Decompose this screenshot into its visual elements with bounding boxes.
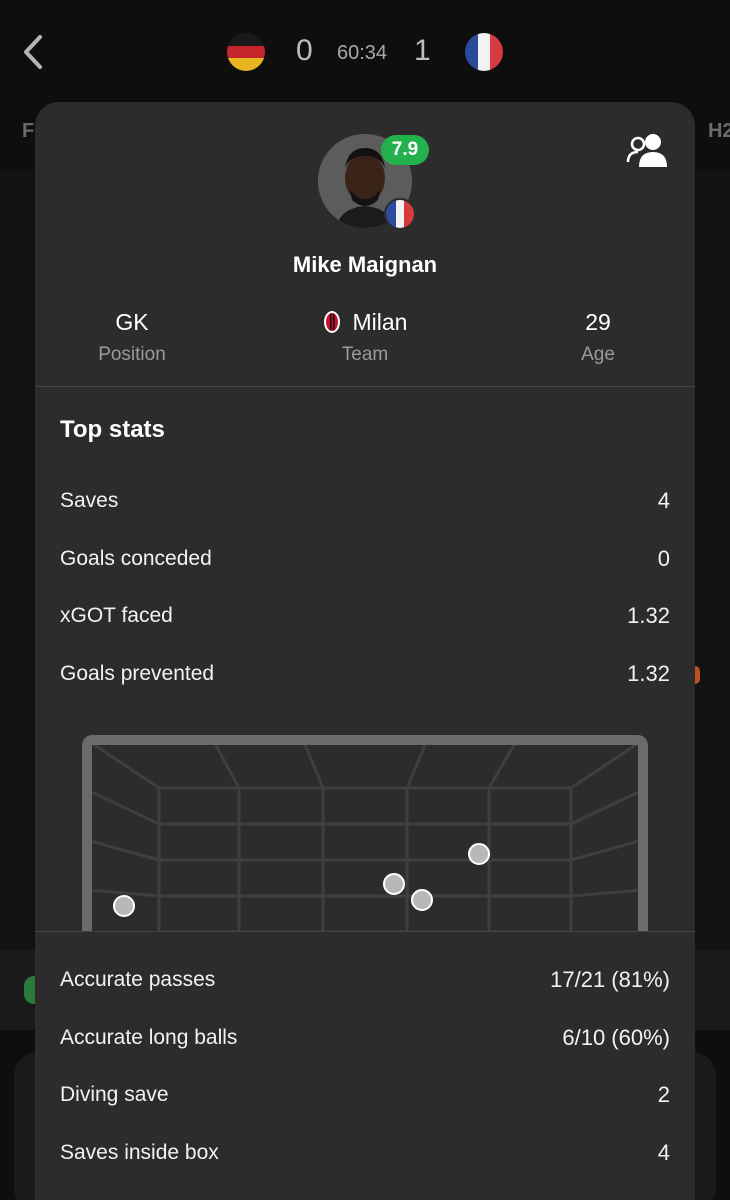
top-stats-title: Top stats [60, 416, 165, 443]
stat-label: Goals conceded [60, 546, 212, 570]
shot-marker [113, 895, 135, 917]
stat-row: Saves 4 [60, 472, 670, 530]
tab-partial-left[interactable]: F [22, 120, 34, 143]
germany-flag-icon [227, 33, 265, 71]
player-name: Mike Maignan [292, 252, 438, 277]
match-clock: 60:34 [337, 42, 388, 64]
top-stats-list: Saves 4 Goals conceded 0 xGOT faced 1.32… [60, 472, 670, 703]
stat-value: 4 [657, 1139, 670, 1165]
away-score: 1 [414, 34, 431, 67]
scoreline: 0 60:34 1 [0, 30, 730, 74]
stat-label: Diving save [60, 1083, 169, 1107]
stat-row: Goals prevented 1.32 [60, 645, 670, 703]
stat-value: 17/21 (81%) [550, 966, 670, 992]
stat-label: Accurate passes [60, 967, 216, 991]
header-divider [35, 386, 695, 387]
stat-value: 6/10 (60%) [562, 1024, 670, 1050]
stat-value: 1.32 [627, 603, 670, 629]
stat-value: 2 [657, 1082, 670, 1108]
position-info: GK Position [35, 308, 232, 366]
player-profile-icon[interactable] [623, 130, 671, 170]
age-label: Age [581, 344, 615, 365]
player-nationality-flag-icon [384, 198, 416, 230]
france-flag-icon [465, 33, 503, 71]
home-score: 0 [296, 34, 313, 67]
shotmap-divider [35, 931, 695, 932]
shot-marker [383, 873, 405, 895]
goal-shot-map [82, 735, 648, 932]
stat-row: Accurate passes 17/21 (81%) [60, 951, 670, 1009]
team-label: Team [341, 344, 389, 365]
stat-value: 1.32 [627, 660, 670, 686]
stat-label: Goals prevented [60, 661, 215, 685]
player-rating-badge: 7.9 [381, 135, 429, 165]
position-value: GK [115, 308, 149, 335]
ac-milan-crest-icon [323, 311, 340, 333]
stat-value: 4 [657, 487, 670, 513]
shot-markers [113, 843, 490, 917]
stat-row: Diving save 2 [60, 1066, 670, 1124]
stat-label: Saves inside box [60, 1140, 219, 1164]
stat-label: Saves [60, 488, 119, 512]
more-stats-list: Accurate passes 17/21 (81%) Accurate lon… [60, 951, 670, 1182]
player-stats-sheet: 7.9 Mike Maignan GK Position Milan Team [35, 102, 695, 1200]
shot-marker [411, 889, 433, 911]
age-value: 29 [585, 308, 611, 335]
stat-value: 0 [657, 545, 670, 571]
tab-partial-h2h[interactable]: H2 [708, 120, 730, 143]
stat-row: xGOT faced 1.32 [60, 587, 670, 645]
position-label: Position [98, 344, 166, 365]
match-header: 0 60:34 1 [0, 0, 730, 100]
stat-label: Accurate long balls [60, 1025, 238, 1049]
team-value: Milan [352, 308, 408, 335]
stat-row: Accurate long balls 6/10 (60%) [60, 1009, 670, 1067]
age-info: 29 Age [498, 308, 695, 366]
stat-row: Goals conceded 0 [60, 530, 670, 588]
stat-label: xGOT faced [60, 604, 173, 628]
stat-row: Saves inside box 4 [60, 1124, 670, 1182]
shot-marker [468, 843, 490, 865]
team-info[interactable]: Milan Team [265, 308, 465, 366]
